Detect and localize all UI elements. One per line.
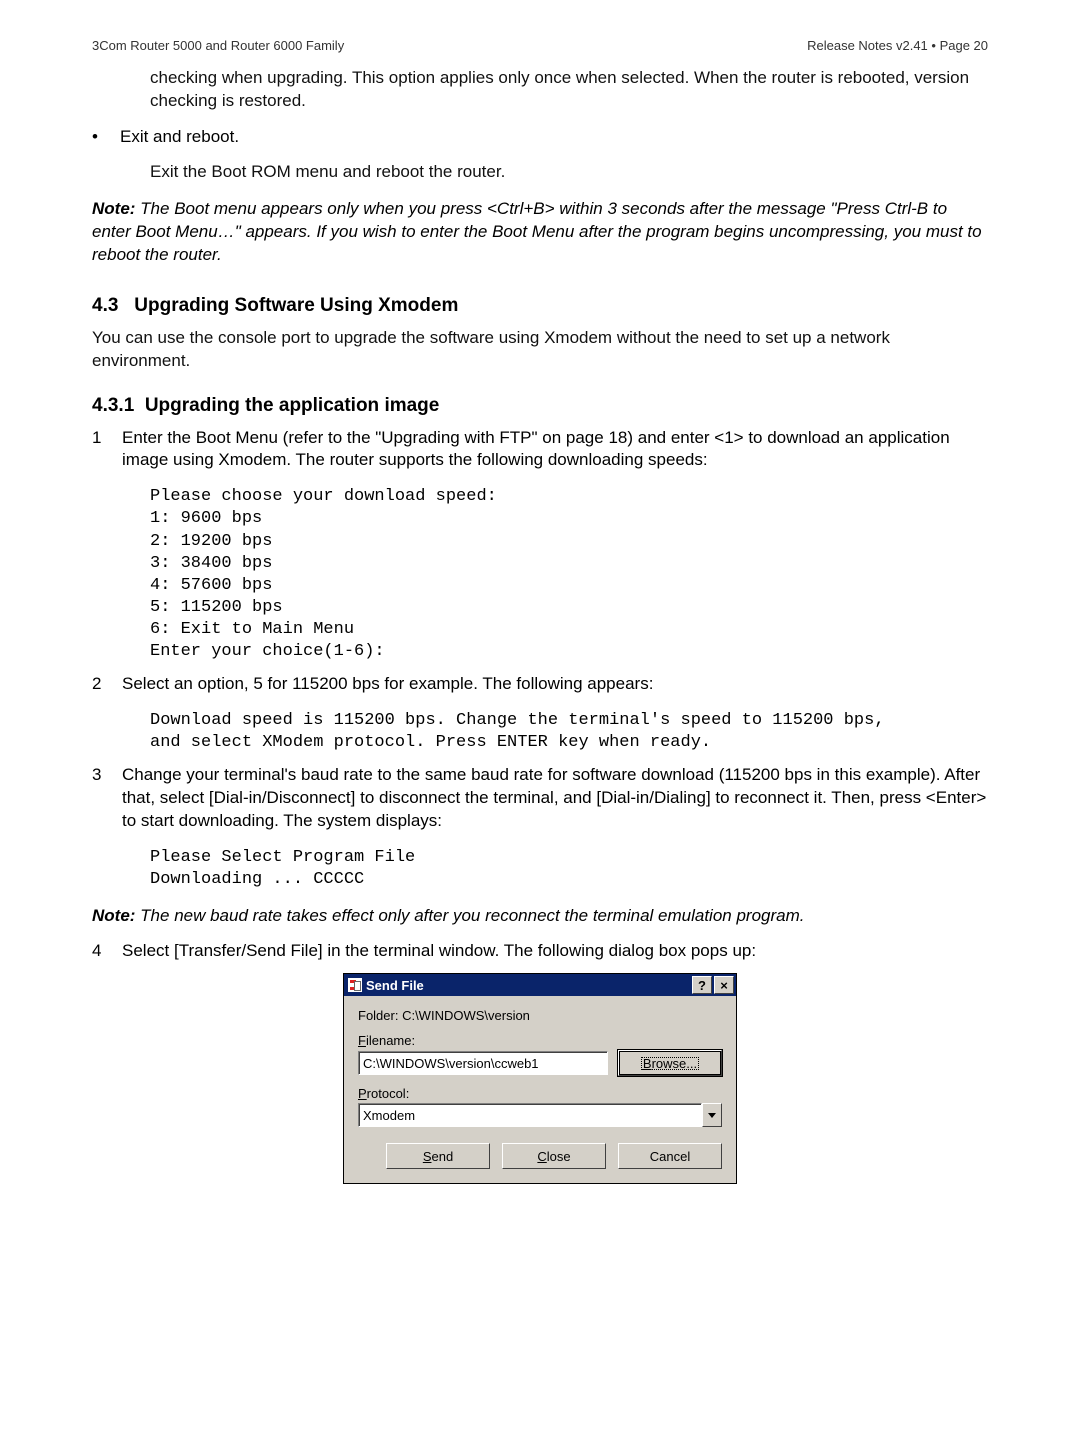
step-number: 3	[92, 764, 122, 833]
note-body: The new baud rate takes effect only afte…	[135, 906, 804, 925]
bullet-exit-reboot: • Exit and reboot.	[92, 127, 988, 147]
dialog-title: Send File	[366, 978, 424, 993]
close-dialog-button[interactable]: Close	[502, 1143, 606, 1169]
section-4-3-body: You can use the console port to upgrade …	[92, 327, 988, 373]
note-baud-rate: Note: The new baud rate takes effect onl…	[92, 905, 988, 928]
step-1-text: Enter the Boot Menu (refer to the "Upgra…	[122, 427, 988, 473]
filename-input[interactable]: C:\WINDOWS\version\ccweb1	[358, 1051, 608, 1075]
step-2-text: Select an option, 5 for 115200 bps for e…	[122, 673, 988, 696]
intro-paragraph: checking when upgrading. This option app…	[150, 67, 988, 113]
send-file-dialog: Send File ? × Folder: C:\WINDOWS\version…	[343, 973, 737, 1184]
bullet-marker: •	[92, 127, 120, 147]
note-boot-menu: Note: The Boot menu appears only when yo…	[92, 198, 988, 267]
note-label: Note:	[92, 906, 135, 925]
step-3: 3 Change your terminal's baud rate to th…	[92, 764, 988, 833]
browse-button[interactable]: Browse...	[618, 1050, 722, 1076]
step-number: 2	[92, 673, 122, 696]
note-label: Note:	[92, 199, 135, 218]
header-left: 3Com Router 5000 and Router 6000 Family	[92, 38, 344, 53]
section-4-3-heading: 4.3 Upgrading Software Using Xmodem	[92, 295, 988, 317]
code-block-speeds: Please choose your download speed: 1: 96…	[150, 486, 988, 663]
subsection-title: Upgrading the application image	[145, 395, 440, 416]
protocol-value[interactable]: Xmodem	[358, 1103, 702, 1127]
step-4-text: Select [Transfer/Send File] in the termi…	[122, 940, 988, 963]
close-button[interactable]: ×	[714, 976, 734, 994]
chevron-down-icon[interactable]	[702, 1103, 722, 1127]
step-3-text: Change your terminal's baud rate to the …	[122, 764, 988, 833]
step-number: 4	[92, 940, 122, 963]
step-1: 1 Enter the Boot Menu (refer to the "Upg…	[92, 427, 988, 473]
cancel-button[interactable]: Cancel	[618, 1143, 722, 1169]
section-number: 4.3	[92, 295, 118, 316]
step-2: 2 Select an option, 5 for 115200 bps for…	[92, 673, 988, 696]
protocol-combobox[interactable]: Xmodem	[358, 1103, 722, 1127]
send-button[interactable]: Send	[386, 1143, 490, 1169]
code-block-downloading: Please Select Program File Downloading .…	[150, 847, 988, 891]
step-4: 4 Select [Transfer/Send File] in the ter…	[92, 940, 988, 963]
header-right: Release Notes v2.41 • Page 20	[807, 38, 988, 53]
bullet-text: Exit and reboot.	[120, 127, 239, 147]
note-body: The Boot menu appears only when you pres…	[92, 199, 982, 264]
subsection-number: 4.3.1	[92, 395, 134, 416]
help-button[interactable]: ?	[692, 976, 712, 994]
send-file-icon	[348, 978, 362, 992]
protocol-label: Protocol:	[358, 1086, 722, 1101]
folder-label: Folder: C:\WINDOWS\version	[358, 1008, 722, 1023]
filename-label: Filename:	[358, 1033, 722, 1048]
step-number: 1	[92, 427, 122, 473]
section-4-3-1-heading: 4.3.1 Upgrading the application image	[92, 395, 988, 417]
code-block-speed-msg: Download speed is 115200 bps. Change the…	[150, 710, 988, 754]
section-title: Upgrading Software Using Xmodem	[134, 295, 458, 316]
dialog-titlebar[interactable]: Send File ? ×	[344, 974, 736, 996]
page-header: 3Com Router 5000 and Router 6000 Family …	[92, 38, 988, 53]
bullet-body: Exit the Boot ROM menu and reboot the ro…	[150, 161, 988, 184]
